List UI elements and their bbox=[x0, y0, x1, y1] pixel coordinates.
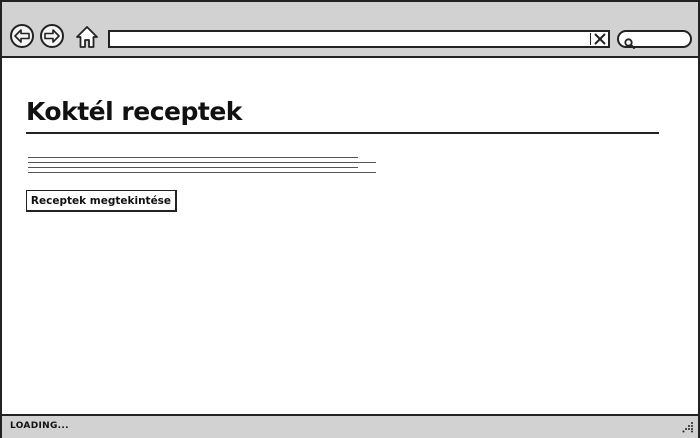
browser-toolbar bbox=[2, 2, 698, 58]
arrow-left-icon bbox=[14, 29, 30, 43]
placeholder-text-line bbox=[28, 167, 358, 168]
view-recipes-button[interactable]: Receptek megtekintése bbox=[26, 190, 177, 212]
home-icon bbox=[76, 26, 98, 48]
placeholder-text-line bbox=[28, 162, 376, 163]
search-icon bbox=[624, 34, 635, 53]
title-divider bbox=[26, 132, 659, 134]
status-bar: LOADING... bbox=[2, 414, 698, 438]
status-text: LOADING... bbox=[10, 421, 69, 431]
resize-grip-icon[interactable] bbox=[682, 421, 694, 433]
address-bar[interactable] bbox=[108, 30, 610, 48]
placeholder-text-line bbox=[28, 157, 358, 158]
text-cursor bbox=[589, 33, 591, 45]
back-button[interactable] bbox=[10, 24, 34, 48]
close-icon bbox=[594, 33, 606, 45]
browser-window: Koktél receptek Receptek megtekintése LO… bbox=[0, 0, 700, 438]
search-input[interactable] bbox=[617, 30, 692, 49]
page-content: Koktél receptek Receptek megtekintése bbox=[2, 58, 698, 414]
arrow-right-icon bbox=[44, 29, 60, 43]
forward-button[interactable] bbox=[40, 24, 64, 48]
home-button[interactable] bbox=[74, 24, 100, 50]
address-clear-button[interactable] bbox=[589, 32, 607, 46]
placeholder-text-line bbox=[28, 172, 376, 173]
page-title: Koktél receptek bbox=[26, 97, 242, 126]
